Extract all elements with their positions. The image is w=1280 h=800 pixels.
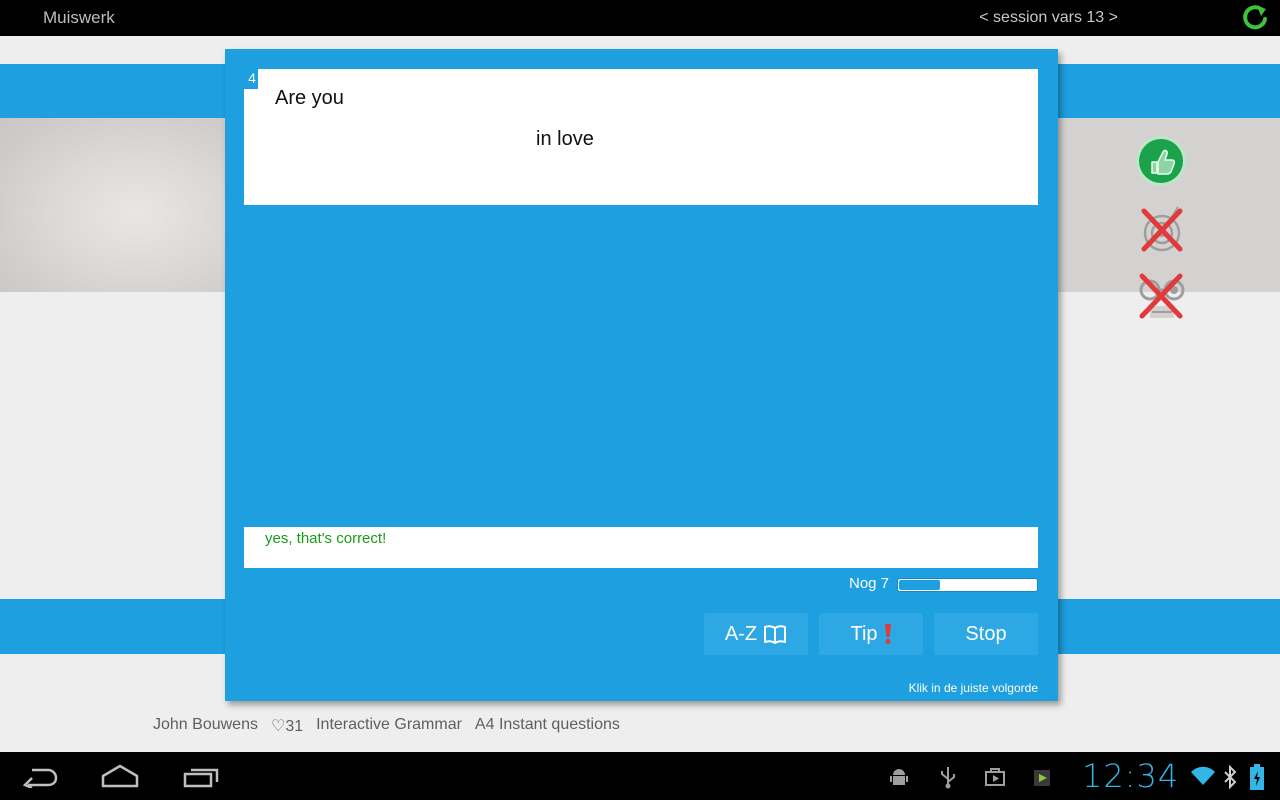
exercise-dialog: 4 Are you in love yes, that's correct! N… (225, 49, 1058, 701)
system-clock: 12:34 (1082, 757, 1180, 795)
course-name[interactable]: Interactive Grammar (316, 716, 462, 736)
back-icon[interactable] (22, 766, 58, 788)
likes-count[interactable]: ♡31 (271, 716, 303, 736)
question-number: 4 (244, 69, 258, 89)
lesson-info-bar: John Bouwens ♡31 Interactive Grammar A4 … (153, 716, 620, 736)
question-word-line2[interactable]: in love (536, 128, 594, 151)
progress-bar (897, 578, 1038, 592)
book-icon (764, 625, 787, 644)
recent-apps-icon[interactable] (183, 766, 219, 788)
progress-fill (899, 580, 940, 590)
exclamation-icon (884, 624, 891, 644)
tip-button[interactable]: Tip (819, 613, 923, 655)
module-name[interactable]: A4 Instant questions (475, 716, 620, 736)
stop-button-label: Stop (965, 622, 1007, 645)
question-card: 4 Are you in love (244, 69, 1038, 205)
stop-button[interactable]: Stop (934, 613, 1038, 655)
usb-icon (941, 767, 955, 789)
store-icon (985, 768, 1005, 786)
thumbs-up-icon[interactable] (1135, 135, 1187, 187)
android-debug-icon (890, 769, 908, 785)
session-navigator[interactable]: < session vars 13 > (979, 9, 1118, 27)
app-title-bar: Muiswerk < session vars 13 > (0, 0, 1280, 36)
feedback-text: yes, that's correct! (265, 530, 387, 547)
wifi-icon (1191, 766, 1215, 785)
bluetooth-icon (1224, 765, 1237, 789)
system-nav-bar: 12:34 (0, 752, 1280, 800)
play-notification-icon (1034, 770, 1050, 786)
filter-disabled-icon[interactable] (1136, 270, 1188, 322)
feedback-box: yes, that's correct! (244, 527, 1038, 568)
battery-icon (1250, 764, 1264, 790)
author-name[interactable]: John Bouwens (153, 716, 258, 736)
remaining-count: Nog 7 (849, 575, 890, 592)
lesson-photo (0, 118, 226, 292)
dictionary-button[interactable]: A-Z (704, 613, 808, 655)
target-disabled-icon[interactable] (1138, 203, 1190, 255)
refresh-icon[interactable] (1240, 3, 1270, 33)
dictionary-button-label: A-Z (724, 622, 758, 645)
question-word-line1[interactable]: Are you (275, 87, 344, 110)
tip-button-label: Tip (850, 622, 878, 645)
instruction-text: Klik in de juiste volgorde (908, 681, 1038, 695)
app-title: Muiswerk (43, 8, 115, 27)
home-icon[interactable] (101, 764, 139, 788)
